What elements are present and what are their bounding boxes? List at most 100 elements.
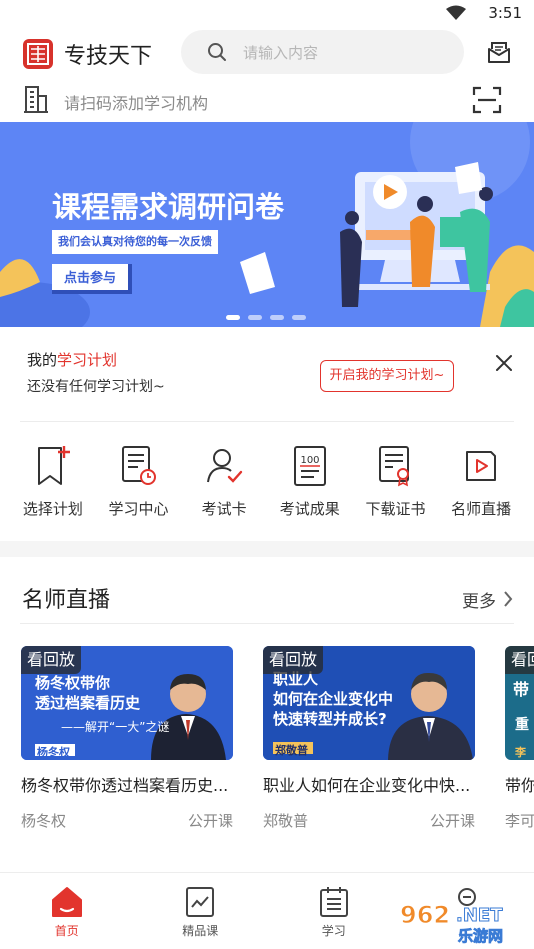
- close-icon[interactable]: [494, 353, 514, 373]
- quick-item-exam-card[interactable]: 考试卡: [184, 440, 264, 530]
- banner-join-button[interactable]: 点击参与: [52, 264, 132, 294]
- live-thumbnail[interactable]: 杨冬权带你 透过档案看历史 ——解开“一大”之谜 杨冬权 看回放: [21, 646, 233, 760]
- plan-title: 我的学习计划: [27, 349, 117, 370]
- live-meta: 郑敬普 公开课: [263, 810, 475, 830]
- section-separator: [0, 541, 534, 557]
- quick-item-exam-results[interactable]: 100 考试成果: [270, 440, 350, 530]
- live-play-icon: [466, 451, 497, 481]
- tab-premium-courses[interactable]: 精品课: [134, 873, 268, 949]
- quick-label: 考试卡: [201, 500, 247, 518]
- quick-label: 下载证书: [365, 500, 426, 518]
- quick-label: 考试成果: [279, 500, 340, 518]
- chevron-right-icon[interactable]: [502, 589, 514, 609]
- study-plan-card: 我的学习计划 还没有任何学习计划~ 开启我的学习计划~: [0, 327, 534, 422]
- thumb-line: ——解开“一大”之谜: [61, 720, 170, 734]
- live-card[interactable]: 杨冬权带你 透过档案看历史 ——解开“一大”之谜 杨冬权 看回放 杨冬权带你透过…: [21, 646, 233, 830]
- building-icon: [24, 86, 48, 113]
- quick-menu: 选择计划 学习中心 考试卡 100 考试成果 下载证书 名师直播: [0, 440, 534, 530]
- replay-badge: 看回放: [505, 646, 534, 674]
- status-time: 3:51: [488, 4, 522, 22]
- calendar-list-icon: [319, 887, 348, 917]
- replay-badge: 看回放: [21, 646, 82, 674]
- banner-title: 课程需求调研问卷: [52, 190, 285, 224]
- live-title[interactable]: 带你: [505, 772, 534, 796]
- message-inbox-icon[interactable]: [486, 40, 512, 66]
- quick-item-select-plan[interactable]: 选择计划: [13, 440, 93, 530]
- thumb-name: 李: [515, 746, 526, 759]
- banner-subtitle: 我们会认真对待您的每一次反馈: [52, 230, 218, 254]
- tab-label: 精品课: [182, 924, 219, 938]
- banner-dot[interactable]: [248, 315, 262, 320]
- replay-badge: 看回放: [263, 646, 324, 674]
- score-100-icon: 100: [293, 446, 326, 486]
- quick-label: 名师直播: [451, 500, 512, 518]
- banner-dot[interactable]: [292, 315, 306, 320]
- tab-home[interactable]: 首页: [0, 873, 134, 949]
- search-placeholder: 请输入内容: [243, 44, 319, 62]
- wifi-icon: [446, 5, 466, 20]
- thumb-line: 快速转型并成长?: [273, 710, 387, 728]
- quick-item-study-center[interactable]: 学习中心: [98, 440, 178, 530]
- more-link[interactable]: 更多: [462, 587, 496, 612]
- live-card-list: 杨冬权带你 透过档案看历史 ——解开“一大”之谜 杨冬权 看回放 杨冬权带你透过…: [0, 646, 534, 861]
- svg-text:962: 962: [400, 901, 450, 929]
- user-check-icon: [207, 449, 243, 483]
- live-type: 公开课: [187, 812, 233, 830]
- live-author: 郑敬普: [263, 812, 309, 830]
- banner-pagination: [226, 315, 306, 320]
- banner-dot[interactable]: [270, 315, 284, 320]
- live-meta: 杨冬权 公开课: [21, 810, 233, 830]
- live-type: 公开课: [429, 812, 475, 830]
- tab-label: 首页: [54, 924, 79, 938]
- home-icon: [51, 887, 82, 917]
- live-meta: 李可: [505, 810, 534, 830]
- banner-dot[interactable]: [226, 315, 240, 320]
- course-chart-icon: [186, 887, 215, 917]
- section-title: 名师直播: [22, 588, 111, 613]
- study-list-clock-icon: [122, 446, 157, 485]
- divider: [20, 623, 514, 624]
- quick-label: 学习中心: [108, 500, 169, 518]
- plan-title-highlight: 学习计划: [57, 351, 118, 369]
- search-input[interactable]: 请输入内容: [181, 30, 464, 74]
- quick-item-teacher-live[interactable]: 名师直播: [441, 440, 521, 530]
- divider: [20, 421, 514, 422]
- app-logo-icon: [23, 39, 53, 69]
- live-thumbnail[interactable]: 带 重 李 看回放: [505, 646, 534, 760]
- live-thumbnail[interactable]: 职业人 如何在企业变化中 快速转型并成长? 郑敬普 看回放: [263, 646, 475, 760]
- tab-label: 学习: [321, 924, 346, 938]
- thumb-line: 带: [513, 680, 530, 699]
- add-organization-row[interactable]: 请扫码添加学习机构: [0, 80, 534, 120]
- live-title[interactable]: 杨冬权带你透过档案看历史...: [21, 772, 233, 796]
- live-section-header: 名师直播 更多: [0, 572, 534, 622]
- search-icon: [208, 43, 226, 61]
- thumb-name: 杨冬权: [37, 746, 70, 759]
- quick-label: 选择计划: [22, 500, 83, 518]
- live-author: 杨冬权: [21, 812, 67, 830]
- thumb-name: 郑敬普: [275, 744, 308, 757]
- thumb-line: 如何在企业变化中: [273, 690, 394, 708]
- start-study-plan-button[interactable]: 开启我的学习计划~: [320, 360, 454, 392]
- scan-qr-icon[interactable]: [472, 86, 502, 114]
- live-title[interactable]: 职业人如何在企业变化中快...: [263, 772, 475, 796]
- quick-item-download-certificate[interactable]: 下载证书: [355, 440, 435, 530]
- promo-banner[interactable]: 课程需求调研问卷 我们会认真对待您的每一次反馈 点击参与: [0, 122, 534, 327]
- plan-title-prefix: 我的: [27, 351, 58, 369]
- thumb-line: 杨冬权带你: [35, 674, 111, 692]
- add-organization-hint: 请扫码添加学习机构: [64, 94, 209, 113]
- app-title: 专技天下: [64, 44, 153, 69]
- svg-text:100: 100: [300, 455, 319, 466]
- live-author: 李可: [505, 812, 534, 830]
- bookmark-plus-icon: [37, 446, 70, 485]
- app-header: 专技天下 请输入内容: [0, 28, 534, 78]
- watermark-logo: 962 .NET 乐游网: [400, 901, 504, 946]
- live-card[interactable]: 带 重 李 看回放 带你 李可: [505, 646, 534, 830]
- thumb-line: 透过档案看历史: [35, 694, 141, 712]
- status-bar: 3:51: [0, 0, 534, 28]
- plan-empty-text: 还没有任何学习计划~: [27, 379, 165, 395]
- tab-study[interactable]: 学习: [267, 873, 401, 949]
- thumb-line: 重: [515, 717, 529, 733]
- live-card[interactable]: 职业人 如何在企业变化中 快速转型并成长? 郑敬普 看回放 职业人如何在企业变化…: [263, 646, 475, 830]
- svg-text:乐游网: 乐游网: [458, 927, 503, 945]
- certificate-icon: [379, 446, 410, 487]
